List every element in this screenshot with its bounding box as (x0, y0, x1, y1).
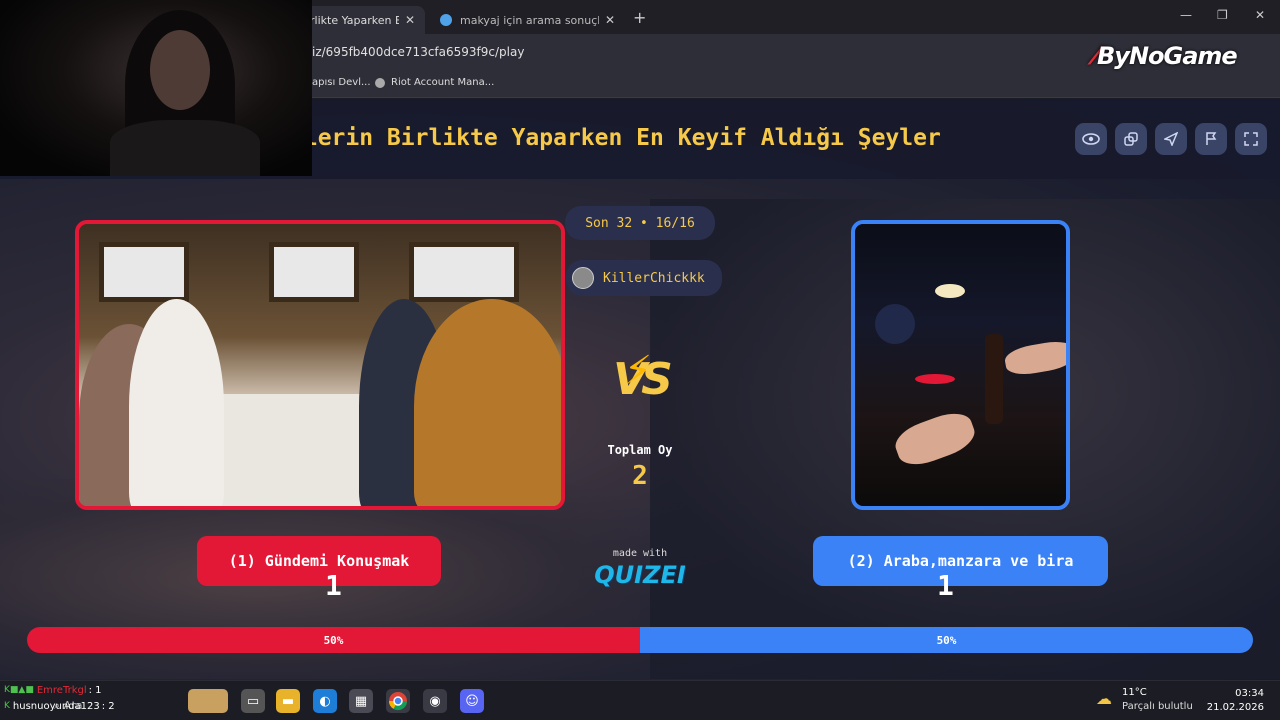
send-icon[interactable] (1155, 123, 1187, 155)
url-text[interactable]: iz/695fb400dce713cfa6593f9c/play (312, 45, 524, 59)
wall-photo (409, 242, 519, 302)
choice-button-left[interactable]: (1) Gündemi Konuşmak (197, 536, 441, 586)
choice-image-right[interactable] (851, 220, 1070, 510)
lightning-icon: ⚡ (624, 348, 652, 394)
task-view-icon[interactable]: ▭ (241, 689, 265, 713)
webcam-overlay (0, 0, 312, 176)
close-tab-icon[interactable]: ✕ (605, 13, 615, 27)
progress-left: 50% (27, 627, 640, 653)
chat-text: : 1 (88, 684, 102, 696)
chat-message: K■▲■ EmreTrkgl : 1 (0, 682, 170, 698)
chat-badges-icon: K (4, 701, 10, 711)
share-icon[interactable] (1115, 123, 1147, 155)
vote-count-left: 1 (325, 569, 342, 602)
bookmark-item[interactable]: Riot Account Mana... (375, 77, 494, 88)
tab-quiz[interactable]: rlikte Yaparken En K ✕ (300, 6, 425, 34)
vote-count-right: 1 (937, 569, 954, 602)
bookmark-item[interactable]: apısı Devl... (312, 77, 371, 88)
taskbar: ⌕ Ara ▭ ▬ ◐ ▦ ◉ ☺ (0, 680, 1280, 720)
tab-title: makyaj için arama sonuçları - O (460, 13, 599, 27)
vote-progress-bar: 50% 50% (27, 627, 1253, 653)
chat-message: K husnuoyunda123 : 2 (0, 698, 170, 714)
dashboard-light (915, 374, 955, 384)
quiz-title: klerin Birlikte Yaparken En Keyif Aldığı… (290, 125, 941, 151)
made-with-label: made with (612, 548, 668, 559)
chat-badges-icon: K■▲■ (4, 685, 34, 695)
avatar (572, 267, 594, 289)
tab-title: rlikte Yaparken En K (310, 13, 399, 27)
google-icon (440, 14, 452, 26)
maximize-icon[interactable]: ❐ (1217, 8, 1228, 22)
new-tab-button[interactable]: + (633, 8, 646, 27)
clock-time: 03:34 (1235, 688, 1264, 699)
stream-chat-overlay: K■▲■ EmreTrkgl : 1 K husnuoyunda123 : 2 (0, 682, 170, 718)
choice-button-right[interactable]: (2) Araba,manzara ve bira (813, 536, 1108, 586)
close-tab-icon[interactable]: ✕ (405, 13, 415, 27)
quiz-page: klerin Birlikte Yaparken En Keyif Aldığı… (0, 99, 1280, 680)
riot-icon (375, 77, 385, 88)
weather-temp[interactable]: 11°C (1122, 687, 1147, 698)
progress-right: 50% (640, 627, 1253, 653)
file-explorer-icon[interactable]: ▬ (276, 689, 300, 713)
bynogame-logo: ⁄ByNoGame (1094, 42, 1238, 70)
total-votes-label: Toplam Oy (607, 443, 673, 457)
system-clock[interactable]: 03:34 21.02.2026 (1190, 687, 1264, 715)
player-name: KillerChickkk (603, 270, 705, 286)
flag-icon[interactable] (1195, 123, 1227, 155)
player-badge: KillerChickkk (566, 260, 722, 296)
close-window-icon[interactable]: ✕ (1255, 8, 1265, 22)
bottle (985, 334, 1003, 424)
hand (890, 406, 980, 472)
store-icon[interactable]: ▦ (349, 689, 373, 713)
person (414, 299, 561, 506)
round-indicator: Son 32 • 16/16 (565, 206, 715, 240)
chat-text: : 2 (101, 700, 115, 712)
webcam-face (150, 30, 210, 110)
clock-date: 21.02.2026 (1206, 702, 1264, 713)
car-light (935, 284, 965, 298)
chat-username: EmreTrkgl (36, 684, 87, 696)
city-light (875, 304, 915, 344)
total-votes-value: 2 (632, 461, 648, 491)
webcam-shirt (110, 120, 260, 176)
person (129, 299, 224, 506)
chrome-icon[interactable] (386, 689, 410, 713)
tab-search[interactable]: makyaj için arama sonuçları - O ✕ (430, 6, 625, 34)
wall-photo (269, 242, 359, 302)
vs-logo: VS ⚡ (613, 348, 673, 405)
quizei-logo[interactable]: QUIZEI (575, 561, 705, 589)
eye-icon[interactable] (1075, 123, 1107, 155)
choice-image-left[interactable] (75, 220, 565, 510)
fullscreen-icon[interactable] (1235, 123, 1267, 155)
minimize-icon[interactable]: — (1180, 8, 1192, 22)
chat-username: husnuoyunda123 (12, 700, 100, 712)
discord-icon[interactable]: ☺ (460, 689, 484, 713)
widget-icon[interactable] (188, 689, 228, 713)
weather-icon[interactable]: ☁ (1096, 689, 1112, 708)
weather-condition[interactable]: Parçalı bulutlu (1122, 701, 1193, 712)
edge-icon[interactable]: ◐ (313, 689, 337, 713)
obs-icon[interactable]: ◉ (423, 689, 447, 713)
hand (1003, 338, 1066, 378)
wall-photo (99, 242, 189, 302)
